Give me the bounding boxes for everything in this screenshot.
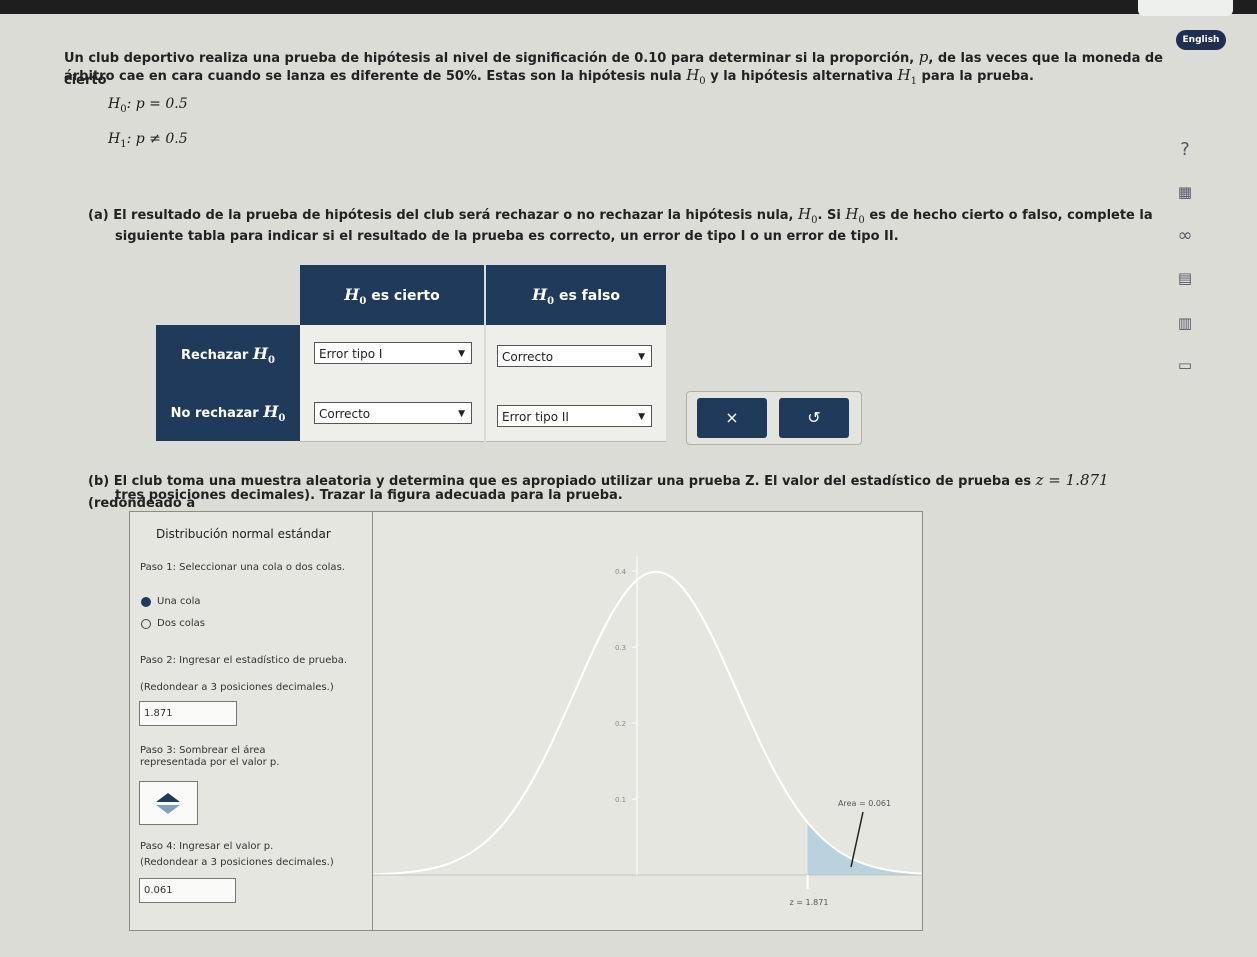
browser-top-bar (0, 0, 1257, 16)
row-not-reject: No rechazar H0 (156, 383, 300, 441)
shade-icon (156, 793, 180, 814)
shaded-tail-area (807, 822, 922, 875)
help-icon[interactable]: ? (1173, 138, 1197, 162)
calculator-icon[interactable]: ▦ (1173, 180, 1197, 204)
select-reject-false[interactable]: Correcto ▼ (497, 345, 652, 367)
undo-button[interactable]: ↺ (779, 398, 849, 438)
step-4-label: Paso 4: Ingresar el valor p. (140, 841, 274, 852)
area-label: Area = 0.061 (838, 799, 891, 808)
area-pointer-line (850, 811, 864, 868)
null-hypothesis: H0: p = 0.5 (108, 96, 188, 115)
answer-buttons: × ↺ (686, 391, 862, 445)
part-b-line-2: tres posiciones decimales). Trazar la fi… (115, 488, 623, 503)
step-1-label: Paso 1: Seleccionar una cola o dos colas… (140, 562, 345, 573)
tool-title: Distribución normal estándar (156, 527, 331, 541)
radio-two-tail[interactable] (141, 619, 151, 629)
step-4-rounding: (Redondear a 3 posiciones decimales.) (140, 857, 334, 868)
data-table-icon[interactable]: ▥ (1173, 311, 1197, 335)
mail-icon[interactable]: ▭ (1173, 353, 1197, 377)
infinity-icon[interactable]: ∞ (1173, 224, 1197, 248)
p-value-input[interactable]: 0.061 (139, 878, 236, 903)
step-2-rounding: (Redondear a 3 posiciones decimales.) (140, 682, 334, 693)
two-tail-label: Dos colas (157, 618, 205, 629)
y-tick-label-1: 0.3 (615, 644, 626, 652)
normal-curve-line (373, 570, 922, 876)
english-button[interactable]: English (1176, 30, 1226, 50)
header-h0-true: H0 es cierto (300, 265, 484, 325)
normal-curve-plot[interactable]: 0.4 0.3 0.2 0.1 Area = 0.061 z = 1.871 (373, 512, 922, 930)
notes-icon[interactable]: ▤ (1173, 266, 1197, 290)
step-3-label: Paso 3: Sombrear el área representada po… (140, 745, 280, 768)
tool-controls: Distribución normal estándar Paso 1: Sel… (130, 512, 373, 930)
radio-one-tail[interactable] (141, 597, 151, 607)
y-tick-label-3: 0.1 (615, 796, 626, 804)
normal-distribution-tool: Distribución normal estándar Paso 1: Sel… (129, 511, 923, 931)
problem-line-2: árbitro cae en cara cuando se lanza es d… (64, 66, 1034, 87)
header-h0-false: H0 es falso (486, 265, 666, 325)
select-notreject-true[interactable]: Correcto ▼ (314, 402, 472, 424)
z-label: z = 1.871 (790, 898, 829, 907)
one-tail-label: Una cola (157, 596, 201, 607)
clear-button[interactable]: × (697, 398, 767, 438)
y-tick-label-0: 0.4 (615, 568, 627, 576)
shade-area-button[interactable] (139, 781, 198, 825)
alt-hypothesis: H1: p ≠ 0.5 (108, 131, 188, 150)
browser-tab[interactable] (1138, 0, 1233, 16)
select-notreject-false[interactable]: Error tipo II ▼ (497, 405, 652, 427)
outcome-table: H0 es cierto H0 es falso Rechazar H0 No … (156, 265, 666, 447)
step-2-label: Paso 2: Ingresar el estadístico de prueb… (140, 655, 348, 666)
test-statistic-input[interactable]: 1.871 (139, 701, 237, 726)
part-a-line-2: siguiente tabla para indicar si el resul… (115, 229, 899, 244)
y-tick-label-2: 0.2 (615, 720, 626, 728)
select-reject-true[interactable]: Error tipo I ▼ (314, 342, 472, 364)
row-reject: Rechazar H0 (156, 325, 300, 383)
